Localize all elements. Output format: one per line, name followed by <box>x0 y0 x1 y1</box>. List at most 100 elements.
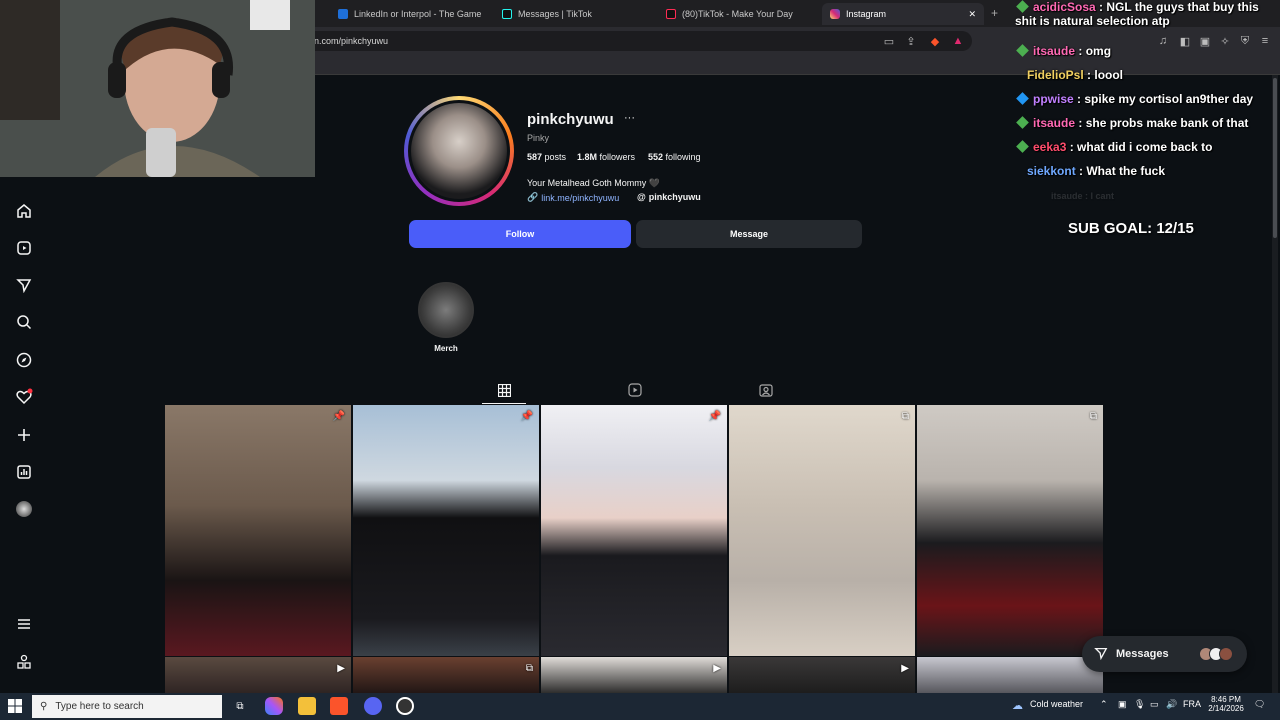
brave-shield-icon[interactable]: ◆ <box>928 34 942 48</box>
chat-username: itsaude <box>1051 191 1083 201</box>
chat-text: I cant <box>1090 191 1115 201</box>
followers-stat[interactable]: 1.8M followers <box>577 152 635 162</box>
threads-link[interactable]: @ pinkchyuwu <box>637 192 701 202</box>
reel-icon: ▶ <box>337 663 345 674</box>
reel-icon: ▶ <box>901 663 909 674</box>
obs-icon[interactable] <box>396 697 414 715</box>
chat-message-fading: itsaude : I cant <box>1051 191 1115 201</box>
post-thumbnail[interactable]: ▶ <box>541 657 727 697</box>
create-icon[interactable] <box>14 425 34 445</box>
more-options-icon[interactable]: ··· <box>624 112 635 124</box>
instagram-favicon-icon <box>830 9 840 19</box>
chat-message: FidelioPsl : loool <box>1027 68 1124 82</box>
menu-icon[interactable] <box>14 614 34 634</box>
post-thumbnail[interactable] <box>917 657 1103 697</box>
task-view-icon[interactable]: ⧉ <box>231 697 249 715</box>
direct-icon[interactable] <box>14 275 34 295</box>
tray-arrow-icon[interactable]: ⌃ <box>1100 699 1108 710</box>
post-thumbnail[interactable]: 📌 <box>165 405 351 656</box>
notifications-center-icon[interactable]: 🗨 <box>1254 699 1265 710</box>
post-thumbnail[interactable]: 📌 <box>353 405 539 656</box>
network-icon[interactable]: ▭ <box>1150 699 1159 710</box>
chat-message: acidicSosa : NGL the guys that buy this … <box>1015 0 1259 28</box>
stream-chat-overlay: acidicSosa : NGL the guys that buy this … <box>1015 0 1280 250</box>
scrollbar-thumb[interactable] <box>1273 78 1277 238</box>
bio-link[interactable]: 🔗 link.me/pinkchyuwu <box>527 192 619 203</box>
carousel-icon: ⧉ <box>1089 411 1097 422</box>
pinned-icon: 📌 <box>708 411 721 422</box>
reels-icon[interactable] <box>14 238 34 258</box>
messages-drawer-button[interactable]: Messages <box>1082 636 1247 672</box>
tagged-tab-icon[interactable] <box>757 381 775 399</box>
chat-username: FidelioPsl <box>1027 68 1084 82</box>
notifications-icon[interactable] <box>14 387 34 407</box>
post-thumbnail[interactable]: ⧉ <box>353 657 539 697</box>
chat-text: What the fuck <box>1086 164 1166 178</box>
search-icon: ⚲ <box>40 701 48 712</box>
browser-tab[interactable]: LinkedIn or Interpol - The Game <box>330 3 490 25</box>
share-icon[interactable]: ⇪ <box>904 34 918 48</box>
story-highlight[interactable] <box>418 282 474 338</box>
copilot-icon[interactable] <box>265 697 283 715</box>
posts-count: 587 <box>527 152 543 162</box>
dashboard-icon[interactable] <box>14 462 34 482</box>
messages-label: Messages <box>1116 648 1169 660</box>
apps-icon[interactable] <box>14 652 34 672</box>
post-thumbnail[interactable]: ⧉ <box>917 405 1103 656</box>
carousel-icon: ⧉ <box>901 411 909 422</box>
following-stat[interactable]: 552 following <box>648 152 701 162</box>
avatar <box>1219 647 1233 661</box>
profile-avatar-icon[interactable] <box>14 499 34 519</box>
microphone-icon[interactable]: 🎙 <box>1134 699 1145 710</box>
browser-tab-active[interactable]: Instagram ✕ <box>822 3 984 25</box>
search-icon[interactable] <box>14 312 34 332</box>
webcam-overlay <box>0 0 315 177</box>
browser-tab[interactable]: Messages | TikTok <box>494 3 654 25</box>
browser-tab[interactable]: (80)TikTok - Make Your Day <box>658 3 818 25</box>
file-explorer-icon[interactable] <box>298 697 316 715</box>
tab-title: Messages | TikTok <box>518 9 592 19</box>
close-tab-icon[interactable]: ✕ <box>968 9 976 20</box>
weather-icon[interactable]: ☁ <box>1012 699 1023 712</box>
highlight-label: Merch <box>434 344 458 353</box>
clock[interactable]: 8:46 PM 2/14/2026 <box>1204 695 1248 713</box>
sub-badge-icon <box>1016 140 1029 153</box>
brave-browser-icon[interactable] <box>330 697 348 715</box>
sub-badge-icon <box>1016 0 1029 13</box>
pinned-icon: 📌 <box>332 411 345 422</box>
following-label: following <box>665 152 701 162</box>
chat-text: what did i come back to <box>1077 140 1213 154</box>
home-icon[interactable] <box>14 201 34 221</box>
chat-message: itsaude : she probs make bank of that <box>1015 116 1280 130</box>
prime-badge-icon <box>1016 92 1029 105</box>
chat-username: itsaude <box>1033 44 1076 58</box>
post-thumbnail[interactable]: ▶ <box>165 657 351 697</box>
screen-icon[interactable]: ▭ <box>882 34 896 48</box>
volume-icon[interactable]: 🔊 <box>1166 699 1177 710</box>
windows-start-icon[interactable] <box>8 699 22 713</box>
chat-message: eeka3 : what did i come back to <box>1015 140 1280 154</box>
discord-icon[interactable] <box>364 697 382 715</box>
language-indicator[interactable]: FRA <box>1183 699 1201 709</box>
profile-bio: Your Metalhead Goth Mommy 🖤 <box>527 178 660 188</box>
post-thumbnail[interactable]: 📌 <box>541 405 727 656</box>
clock-date: 2/14/2026 <box>1208 704 1244 713</box>
tiktok-favicon-icon <box>502 9 512 19</box>
url-field[interactable]: n.com/pinkchyuwu <box>300 31 972 51</box>
new-tab-button[interactable]: + <box>991 6 998 20</box>
tray-app-icon[interactable]: ▣ <box>1118 699 1127 710</box>
followers-count: 1.8M <box>577 152 598 162</box>
profile-avatar[interactable] <box>408 100 510 202</box>
message-button[interactable]: Message <box>636 220 862 248</box>
chat-message: itsaude : omg <box>1015 44 1280 58</box>
reels-tab-icon[interactable] <box>626 381 644 399</box>
grid-tab-icon[interactable] <box>495 381 513 399</box>
post-thumbnail[interactable]: ▶ <box>729 657 915 697</box>
weather-text[interactable]: Cold weather <box>1030 699 1083 709</box>
brave-rewards-icon[interactable]: ▲ <box>951 34 965 48</box>
explore-icon[interactable] <box>14 350 34 370</box>
taskbar-search[interactable]: ⚲ Type here to search <box>32 695 222 718</box>
follow-button[interactable]: Follow <box>409 220 631 248</box>
post-thumbnail[interactable]: ⧉ <box>729 405 915 656</box>
tab-title: (80)TikTok - Make Your Day <box>682 9 793 19</box>
